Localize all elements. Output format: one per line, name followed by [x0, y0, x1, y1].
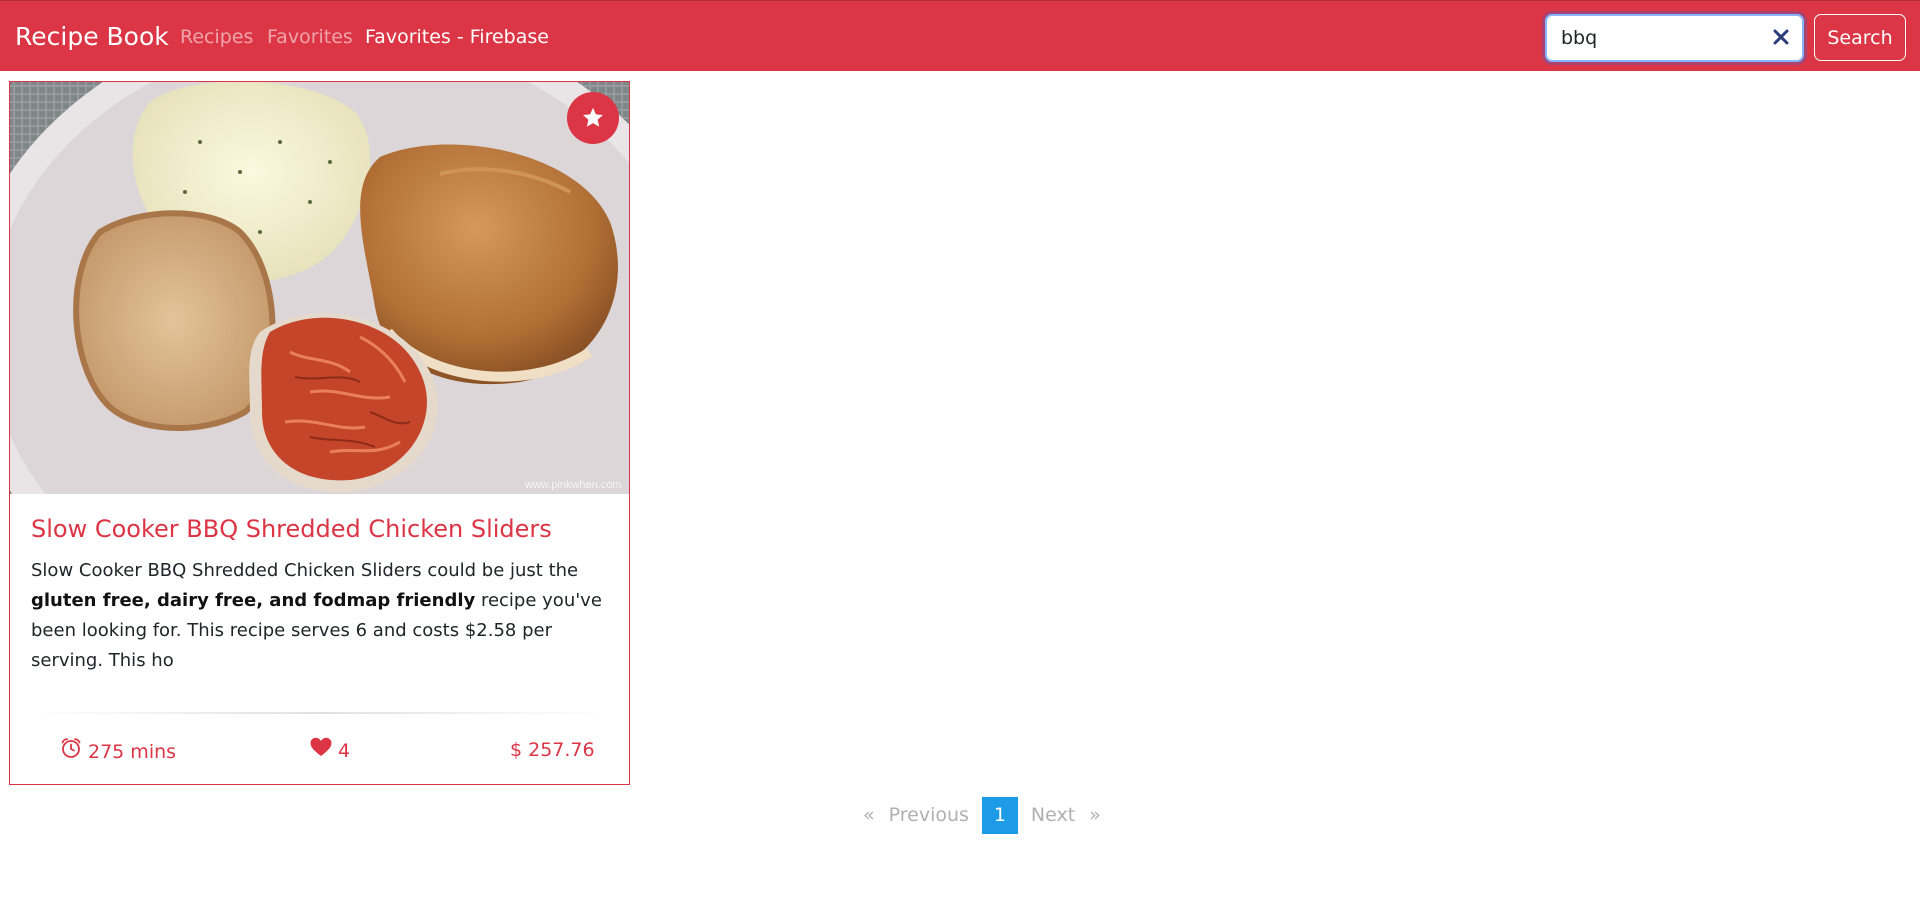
ready-time: 275 mins — [60, 737, 176, 766]
nav-link-favorites[interactable]: Favorites — [267, 25, 353, 50]
alarm-clock-icon — [60, 737, 82, 766]
recipe-summary: Slow Cooker BBQ Shredded Chicken Sliders… — [31, 556, 615, 676]
image-watermark: www.pinkwhen.com — [524, 479, 622, 491]
brand-link[interactable]: Recipe Book — [15, 21, 169, 52]
pagination-last[interactable]: » — [1082, 797, 1108, 834]
nav-link-recipes[interactable]: Recipes — [180, 25, 253, 50]
card-divider — [31, 712, 609, 714]
price-value: $ 257.76 — [510, 739, 595, 761]
pagination: « Previous 1 Next » — [856, 797, 1108, 834]
search-input[interactable] — [1561, 16, 1761, 60]
pagination-first[interactable]: « — [856, 797, 882, 834]
heart-icon — [310, 737, 332, 764]
ready-time-value: 275 mins — [88, 740, 177, 763]
recipe-title[interactable]: Slow Cooker BBQ Shredded Chicken Sliders — [31, 514, 611, 544]
search-button[interactable]: Search — [1814, 14, 1906, 61]
pagination-next[interactable]: Next — [1024, 797, 1082, 834]
close-icon[interactable] — [1771, 27, 1791, 47]
summary-text: Slow Cooker BBQ Shredded Chicken Sliders… — [31, 560, 579, 581]
price: $ 257.76 — [510, 737, 595, 763]
summary-diet-tags: gluten free, dairy free, and fodmap frie… — [31, 590, 476, 611]
pagination-previous[interactable]: Previous — [882, 797, 976, 834]
likes: 4 — [310, 737, 350, 764]
recipe-card[interactable]: www.pinkwhen.com Slow Cooker BBQ Shredde… — [9, 81, 630, 785]
nav-link-favorites-firebase[interactable]: Favorites - Firebase — [365, 25, 549, 50]
pagination-page-1[interactable]: 1 — [981, 797, 1018, 834]
star-icon[interactable] — [567, 92, 619, 144]
top-navbar: Recipe Book Recipes Favorites Favorites … — [0, 0, 1920, 71]
likes-value: 4 — [338, 739, 351, 762]
search-box — [1545, 14, 1804, 62]
recipe-image[interactable]: www.pinkwhen.com — [10, 82, 629, 494]
